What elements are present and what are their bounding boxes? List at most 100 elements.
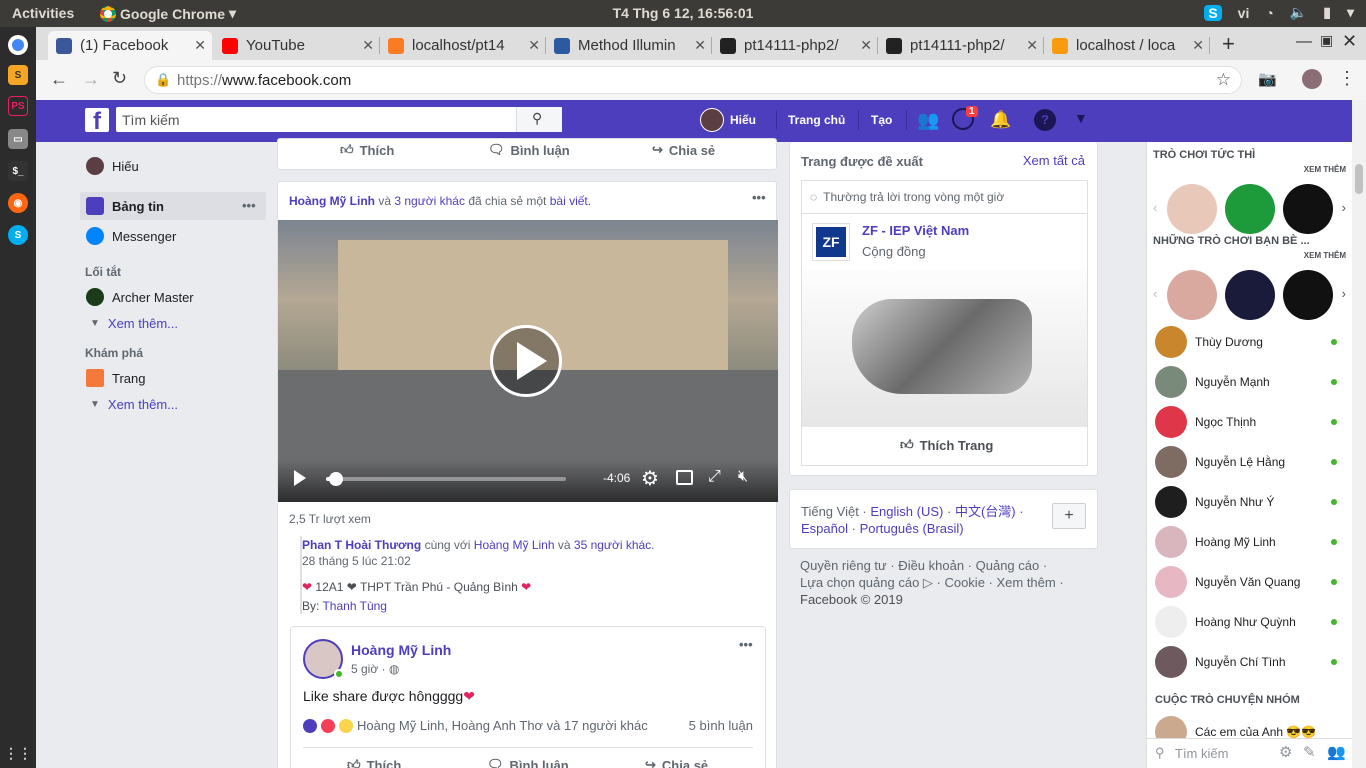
left-nav-messenger[interactable]: Messenger xyxy=(86,227,176,245)
language-indicator[interactable]: vi xyxy=(1238,5,1250,21)
friends-games-see-more[interactable]: XEM THÊM xyxy=(1304,251,1346,260)
chat-search-input[interactable]: Tìm kiếm xyxy=(1175,746,1228,761)
game-thumbnail[interactable] xyxy=(1283,184,1333,234)
browser-tab[interactable]: pt14111-php2/ ✕ xyxy=(712,31,878,60)
search-input[interactable]: Tìm kiếm xyxy=(116,107,562,132)
post-actor-link[interactable]: Hoàng Mỹ Linh xyxy=(289,194,375,208)
share-button[interactable]: ↪ Chia sẻ xyxy=(645,757,708,768)
close-tab-icon[interactable]: ✕ xyxy=(694,37,706,54)
browser-tab[interactable]: (1) Facebook ✕ xyxy=(48,31,212,60)
close-window-button[interactable]: ✕ xyxy=(1342,31,1357,52)
settings-gear-icon[interactable]: ⚙ xyxy=(641,466,659,491)
page-cover-image[interactable] xyxy=(802,269,1087,427)
play-button[interactable] xyxy=(490,325,562,397)
left-nav-pages[interactable]: Trang xyxy=(86,369,145,387)
chevron-down-icon[interactable]: ▾ xyxy=(1347,4,1354,21)
chrome-launcher-icon[interactable] xyxy=(8,35,28,55)
explore-see-more[interactable]: ▼ Xem thêm... xyxy=(90,397,178,412)
firefox-launcher-icon[interactable]: ◉ xyxy=(8,193,28,213)
app-grid-icon[interactable]: ⋮⋮ xyxy=(4,743,32,763)
volume-icon[interactable]: 🔈 xyxy=(1290,4,1307,21)
profile-link[interactable]: Hiếu xyxy=(730,113,756,127)
more-options-icon[interactable]: ••• xyxy=(242,198,256,213)
browser-tab[interactable]: localhost / loca ✕ xyxy=(1044,31,1210,60)
avatar[interactable] xyxy=(700,108,724,132)
left-nav-archer-master[interactable]: Archer Master xyxy=(86,288,194,306)
terminal-launcher-icon[interactable]: $_ xyxy=(8,161,28,181)
close-tab-icon[interactable]: ✕ xyxy=(860,37,872,54)
close-tab-icon[interactable]: ✕ xyxy=(1026,37,1038,54)
chat-friend-item[interactable]: Nguyễn Chí Tình xyxy=(1155,646,1345,678)
compose-icon[interactable]: ✎ xyxy=(1303,743,1316,761)
zf-logo-icon[interactable]: ZF xyxy=(812,223,850,261)
game-thumbnail[interactable] xyxy=(1225,184,1275,234)
chevron-right-icon[interactable]: › xyxy=(1342,286,1346,301)
game-thumbnail[interactable] xyxy=(1283,270,1333,320)
reload-icon[interactable]: ↻ xyxy=(112,68,127,89)
play-small-icon[interactable] xyxy=(294,470,306,486)
chat-friend-item[interactable]: Hoàng Mỹ Linh xyxy=(1155,526,1345,558)
post-object-link[interactable]: bài viết xyxy=(550,194,588,208)
home-link[interactable]: Trang chủ xyxy=(788,113,845,127)
system-tray[interactable]: S vi ◔ 🔈 ▮ ▾ xyxy=(1204,4,1354,21)
chevron-right-icon[interactable]: › xyxy=(1342,200,1346,215)
gear-icon[interactable]: ⚙ xyxy=(1279,743,1292,761)
browser-tab[interactable]: localhost/pt14 ✕ xyxy=(380,31,546,60)
video-progress-track[interactable] xyxy=(326,472,566,486)
bookmark-star-icon[interactable]: ☆ xyxy=(1216,70,1231,90)
facebook-logo-icon[interactable]: f xyxy=(85,108,109,135)
post-others-link[interactable]: 3 người khác xyxy=(394,194,465,208)
browser-tab[interactable]: YouTube ✕ xyxy=(214,31,380,60)
post-options-icon[interactable]: ••• xyxy=(752,190,766,205)
search-button[interactable]: ⚲ xyxy=(516,107,562,132)
browser-tab[interactable]: Method Illumin ✕ xyxy=(546,31,712,60)
friend-requests-icon[interactable]: 👥 xyxy=(917,110,939,130)
chat-friend-item[interactable]: Hoàng Như Quỳnh xyxy=(1155,606,1345,638)
notifications-icon[interactable]: 🔔 xyxy=(990,110,1011,130)
lang-es-link[interactable]: Español xyxy=(801,521,848,536)
help-icon[interactable]: ? xyxy=(1034,109,1056,131)
skype-launcher-icon[interactable]: S xyxy=(8,225,28,245)
minimize-button[interactable]: — xyxy=(1296,33,1312,51)
instant-games-see-more[interactable]: XEM THÊM xyxy=(1304,165,1346,174)
lang-zh-link[interactable]: 中文(台灣) xyxy=(955,504,1016,519)
profile-avatar[interactable] xyxy=(1302,69,1322,89)
page-name-link[interactable]: ZF - IEP Việt Nam xyxy=(862,223,969,238)
group-add-icon[interactable]: 👥 xyxy=(1327,743,1346,761)
sublime-launcher-icon[interactable]: S xyxy=(8,65,28,85)
original-others-link[interactable]: 35 người khác xyxy=(574,538,651,552)
new-tab-button[interactable]: + xyxy=(1222,31,1235,57)
maximize-button[interactable]: ▣ xyxy=(1320,32,1333,49)
close-tab-icon[interactable]: ✕ xyxy=(528,37,540,54)
footer-line-2[interactable]: Lựa chọn quảng cáo ▷ · Cookie · Xem thêm… xyxy=(800,574,1064,591)
footer-line-1[interactable]: Quyền riêng tư · Điều khoản · Quảng cáo … xyxy=(800,557,1064,574)
add-language-button[interactable]: + xyxy=(1052,503,1086,529)
wifi-icon[interactable]: ◔ xyxy=(1265,5,1273,21)
like-page-button[interactable]: 👍︎ Thích Trang xyxy=(900,437,993,453)
lang-en-link[interactable]: English (US) xyxy=(870,504,943,519)
comment-button[interactable]: 🗨 Bình luận xyxy=(487,757,569,768)
chat-friend-item[interactable]: Thùy Dương xyxy=(1155,326,1345,358)
post-options-icon[interactable]: ••• xyxy=(739,637,753,652)
chat-friend-item[interactable]: Nguyễn Lệ Hằng xyxy=(1155,446,1345,478)
see-all-link[interactable]: Xem tất cả xyxy=(1023,153,1085,168)
left-nav-newsfeed[interactable]: Bảng tin xyxy=(86,197,164,215)
page-scrollbar[interactable] xyxy=(1352,100,1366,768)
pip-icon[interactable] xyxy=(676,470,693,485)
mute-icon[interactable]: 🔇︎ xyxy=(738,468,748,486)
game-thumbnail[interactable] xyxy=(1225,270,1275,320)
original-date[interactable]: 28 tháng 5 lúc 21:02 xyxy=(302,554,411,568)
create-link[interactable]: Tạo xyxy=(871,113,892,127)
forward-icon[interactable]: → xyxy=(82,69,100,90)
video-scrubber[interactable] xyxy=(328,472,343,486)
camera-icon[interactable]: 📷 xyxy=(1258,70,1277,88)
shared-time[interactable]: 5 giờ · ◍ xyxy=(351,662,399,676)
files-launcher-icon[interactable]: ▭ xyxy=(8,129,28,149)
close-tab-icon[interactable]: ✕ xyxy=(1192,37,1204,54)
by-name-link[interactable]: Thanh Tùng xyxy=(322,599,387,613)
original-author-link[interactable]: Phan T Hoài Thương xyxy=(302,538,421,552)
clock[interactable]: T4 Thg 6 12, 16:56:01 xyxy=(0,5,1366,21)
chevron-left-icon[interactable]: ‹ xyxy=(1153,286,1157,301)
shortcuts-see-more[interactable]: ▼ Xem thêm... xyxy=(90,316,178,331)
video-player[interactable]: -4:06 ⚙ ⤢ 🔇︎ xyxy=(278,220,778,502)
